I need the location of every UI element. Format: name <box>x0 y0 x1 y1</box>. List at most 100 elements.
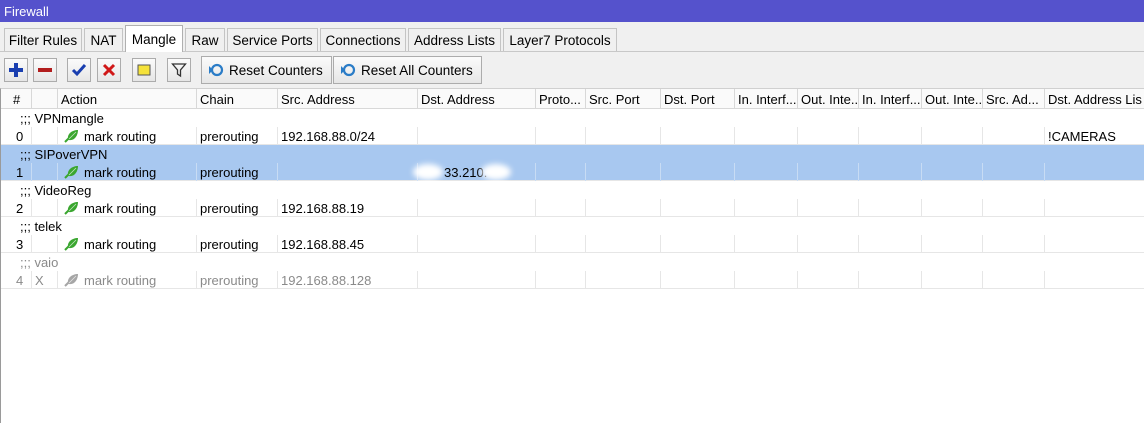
col-header-action[interactable]: Action <box>58 89 197 109</box>
cell-action: mark routing <box>58 271 197 289</box>
rule-comment-row[interactable]: ;;; SIPoverVPN <box>1 145 1144 163</box>
cell-dst-port <box>661 235 735 253</box>
table-row[interactable]: 3 mark routing prerouting 192.168.88.45 <box>1 235 1144 253</box>
cell-out-interface <box>798 235 859 253</box>
cell-src-port <box>586 235 661 253</box>
col-header-out-interface-list[interactable]: Out. Inte... <box>922 89 983 109</box>
disable-button[interactable] <box>97 58 121 82</box>
mark-routing-icon <box>64 274 78 287</box>
x-icon <box>102 63 116 77</box>
reset-all-counters-icon <box>341 63 356 77</box>
col-header-dst-address-list[interactable]: Dst. Address Lis <box>1045 89 1144 109</box>
tab-raw[interactable]: Raw <box>185 28 225 51</box>
cell-src-address-list <box>983 127 1045 145</box>
cell-protocol <box>536 127 586 145</box>
comment-button[interactable] <box>132 58 156 82</box>
cell-dst-address-list <box>1045 235 1144 253</box>
action-label: mark routing <box>84 200 157 216</box>
cell-flags: X <box>32 271 58 289</box>
tab-layer7-protocols[interactable]: Layer7 Protocols <box>503 28 617 51</box>
cell-dst-address <box>418 271 536 289</box>
col-header-protocol[interactable]: Proto... <box>536 89 586 109</box>
cell-in-interface-list <box>859 235 922 253</box>
tab-label: Mangle <box>131 31 177 47</box>
tab-label: Raw <box>191 32 219 48</box>
cell-src-port <box>586 127 661 145</box>
cell-dst-address-list <box>1045 199 1144 217</box>
cell-flags <box>32 163 58 181</box>
tab-label: Filter Rules <box>8 32 78 48</box>
cell-src-address: 192.168.88.19 <box>278 199 418 217</box>
mark-routing-icon <box>64 130 78 143</box>
cell-out-interface <box>798 127 859 145</box>
col-header-in-interface[interactable]: In. Interf... <box>735 89 798 109</box>
col-header-chain[interactable]: Chain <box>197 89 278 109</box>
mark-routing-icon <box>64 202 78 215</box>
cell-protocol <box>536 163 586 181</box>
cell-in-interface-list <box>859 271 922 289</box>
cell-protocol <box>536 271 586 289</box>
toolbar: Reset Counters Reset All Counters <box>0 52 1144 88</box>
minus-icon <box>38 68 52 72</box>
col-header-src-port[interactable]: Src. Port <box>586 89 661 109</box>
cell-number: 2 <box>1 199 32 217</box>
col-header-in-interface-list[interactable]: In. Interf... <box>859 89 922 109</box>
table-row[interactable]: 4 Xmark routing prerouting 192.168.88.128 <box>1 271 1144 289</box>
tab-label: Service Ports <box>232 32 313 48</box>
reset-all-counters-button[interactable]: Reset All Counters <box>333 56 482 84</box>
cell-number: 3 <box>1 235 32 253</box>
col-header-out-interface[interactable]: Out. Inte... <box>798 89 859 109</box>
col-header-src-address-list[interactable]: Src. Ad... <box>983 89 1045 109</box>
cell-src-address-list <box>983 235 1045 253</box>
tab-label: Connections <box>325 32 401 48</box>
tab-mangle[interactable]: Mangle <box>125 25 183 52</box>
rule-comment-row[interactable]: ;;; vaio <box>1 253 1144 271</box>
tab-service-ports[interactable]: Service Ports <box>227 28 318 51</box>
table-row[interactable]: 0 mark routing prerouting 192.168.88.0/24 !C… <box>1 127 1144 145</box>
action-label: mark routing <box>84 128 157 144</box>
funnel-icon <box>171 63 187 78</box>
table-row[interactable]: 2 mark routing prerouting 192.168.88.19 <box>1 199 1144 217</box>
tab-address-lists[interactable]: Address Lists <box>408 28 501 51</box>
cell-dst-address <box>418 235 536 253</box>
cell-dst-address <box>418 127 536 145</box>
cell-action: mark routing <box>58 199 197 217</box>
cell-out-interface-list <box>922 271 983 289</box>
cell-action: mark routing <box>58 235 197 253</box>
col-header-number[interactable]: # <box>1 89 32 109</box>
tab-connections[interactable]: Connections <box>320 28 406 51</box>
cell-src-address-list <box>983 199 1045 217</box>
col-header-dst-address[interactable]: Dst. Address <box>418 89 536 109</box>
cell-flags <box>32 199 58 217</box>
cell-out-interface-list <box>922 127 983 145</box>
rule-comment-row[interactable]: ;;; VideoReg <box>1 181 1144 199</box>
window-title-bar[interactable]: Firewall <box>0 0 1144 22</box>
col-header-src-address[interactable]: Src. Address <box>278 89 418 109</box>
action-label: mark routing <box>84 164 157 180</box>
tab-bar: Filter Rules NAT Mangle Raw Service Port… <box>0 22 1144 52</box>
cell-out-interface-list <box>922 199 983 217</box>
cell-chain: prerouting <box>197 127 278 145</box>
cell-src-address-list <box>983 271 1045 289</box>
cell-chain: prerouting <box>197 271 278 289</box>
check-icon <box>71 64 87 77</box>
reset-counters-button[interactable]: Reset Counters <box>201 56 332 84</box>
rules-table[interactable]: # Action Chain Src. Address Dst. Address… <box>0 88 1144 423</box>
remove-button[interactable] <box>33 58 57 82</box>
filter-button[interactable] <box>167 58 191 82</box>
rule-comment-row[interactable]: ;;; VPNmangle <box>1 109 1144 127</box>
col-header-dst-port[interactable]: Dst. Port <box>661 89 735 109</box>
rule-comment-row[interactable]: ;;; telek <box>1 217 1144 235</box>
rule-comment: ;;; VideoReg <box>20 182 92 198</box>
add-button[interactable] <box>4 58 28 82</box>
table-row[interactable]: 1 mark routing prerouting 33.210. <box>1 163 1144 181</box>
tab-label: Layer7 Protocols <box>509 32 611 48</box>
col-header-flags[interactable] <box>32 89 58 109</box>
table-header: # Action Chain Src. Address Dst. Address… <box>1 89 1144 109</box>
mark-routing-icon <box>64 238 78 251</box>
redaction-mask <box>481 164 511 180</box>
tab-filter-rules[interactable]: Filter Rules <box>4 28 82 51</box>
cell-in-interface <box>735 271 798 289</box>
tab-nat[interactable]: NAT <box>84 28 123 51</box>
enable-button[interactable] <box>67 58 91 82</box>
